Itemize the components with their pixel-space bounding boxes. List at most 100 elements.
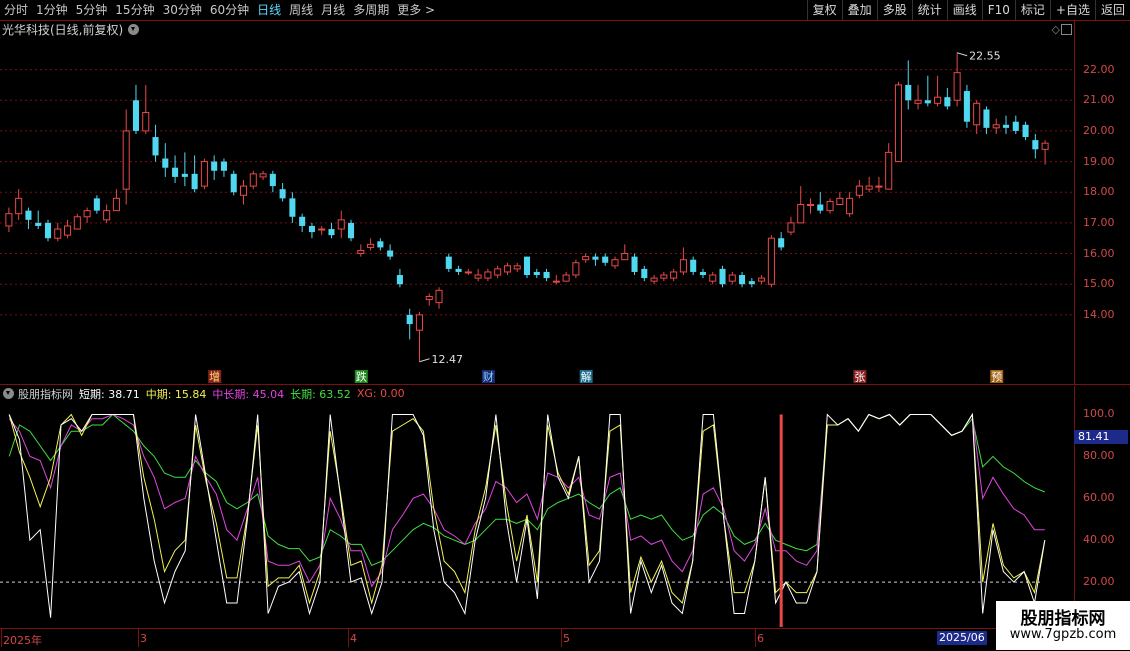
indicator-axis: 100.0 80.00 60.00 40.00 20.00 — [1074, 386, 1130, 628]
midlong-value: 中长期: 45.04 — [212, 387, 285, 401]
candle — [817, 192, 824, 214]
event-marker[interactable]: 预 — [990, 370, 1004, 383]
date-axis: 2025年 3 4 5 6 2025/06 — [0, 628, 1074, 651]
toolbar-button-6[interactable]: 标记 — [1014, 0, 1050, 20]
period-tab-2[interactable]: 5分钟 — [72, 0, 112, 20]
candle — [367, 238, 375, 251]
period-tab-10[interactable]: 更多 > — [393, 0, 439, 20]
indicator-header: 股朋指标网 短期: 38.71 中期: 15.84 中长期: 45.04 长期:… — [0, 386, 405, 401]
candle — [54, 222, 62, 242]
candle — [787, 216, 795, 236]
date-label: 2025年 — [3, 634, 42, 647]
window-toggle-icon[interactable] — [1061, 24, 1072, 35]
candle — [739, 271, 746, 288]
candle — [83, 207, 91, 223]
period-tab-7[interactable]: 周线 — [285, 0, 317, 20]
candle — [308, 222, 315, 239]
candle — [543, 268, 550, 282]
high-label: 22.55 — [969, 50, 1001, 63]
candle — [944, 87, 951, 110]
price-tick-label: 15.00 — [1083, 277, 1115, 291]
svg-text:财: 财 — [483, 370, 494, 384]
candle — [1002, 115, 1010, 134]
candle — [15, 189, 23, 220]
period-tab-1[interactable]: 1分钟 — [32, 0, 72, 20]
candle — [719, 265, 726, 288]
event-marker[interactable]: 解 — [579, 370, 593, 384]
candle — [660, 271, 668, 282]
candle — [953, 52, 961, 107]
toolbar-button-8[interactable]: 返回 — [1094, 0, 1130, 20]
toolbar-button-4[interactable]: 画线 — [946, 0, 982, 20]
period-tab-8[interactable]: 月线 — [317, 0, 349, 20]
date-label: 6 — [757, 632, 764, 645]
candle — [377, 238, 384, 251]
event-marker[interactable]: 跌 — [354, 370, 368, 384]
candle — [455, 265, 462, 276]
indicator-chart[interactable] — [0, 401, 1074, 627]
candle — [513, 262, 521, 272]
indicator-menu-icon[interactable] — [3, 388, 14, 399]
candle — [211, 155, 218, 180]
event-marker[interactable]: 张 — [853, 370, 867, 383]
candle — [122, 109, 130, 205]
indicator-tick-label: 40.00 — [1083, 533, 1115, 547]
candle — [337, 210, 345, 239]
candlestick-chart[interactable]: 22.55 12.47 增 跌 财 解 张 预 — [0, 38, 1074, 383]
candle — [709, 271, 717, 285]
candle — [415, 311, 423, 362]
toolbar-button-5[interactable]: F10 — [981, 0, 1015, 20]
event-marker[interactable]: 财 — [481, 370, 495, 384]
candle — [797, 186, 805, 224]
toolbar-button-1[interactable]: 叠加 — [841, 0, 877, 20]
low-pointer — [419, 358, 430, 363]
price-tick-label: 21.00 — [1083, 93, 1115, 107]
candle — [670, 268, 678, 282]
candle — [162, 143, 169, 177]
candle — [406, 308, 413, 340]
candle — [172, 155, 179, 184]
price-tick-label: 16.00 — [1083, 246, 1115, 260]
candle — [728, 271, 736, 285]
candle — [93, 195, 100, 214]
candle — [279, 183, 286, 202]
date-tick — [1, 629, 2, 647]
high-pointer — [956, 52, 968, 57]
candle — [992, 118, 1000, 134]
indicator-name: 股朋指标网 — [18, 387, 73, 401]
candle — [855, 179, 863, 199]
svg-text:解: 解 — [581, 370, 592, 384]
svg-text:跌: 跌 — [356, 370, 367, 384]
event-marker[interactable]: 增 — [208, 370, 222, 384]
candle — [1041, 140, 1049, 165]
diamond-icon[interactable]: ◇ — [1052, 23, 1060, 36]
period-tab-5[interactable]: 60分钟 — [206, 0, 253, 20]
watermark-url: www.7gpzb.com — [1009, 627, 1117, 642]
candle — [758, 275, 766, 285]
candle — [5, 207, 13, 233]
period-tab-6[interactable]: 日线 — [253, 0, 285, 20]
toolbar-button-2[interactable]: 多股 — [876, 0, 912, 20]
toolbar-button-3[interactable]: 统计 — [911, 0, 947, 20]
candle — [464, 268, 472, 276]
indicator-tick-label: 80.00 — [1083, 449, 1115, 463]
candle — [44, 219, 52, 242]
chevron-down-icon[interactable] — [128, 23, 140, 35]
date-tick — [348, 629, 349, 647]
period-tab-3[interactable]: 15分钟 — [111, 0, 158, 20]
candle — [973, 100, 981, 134]
date-tick — [138, 629, 139, 647]
period-tab-0[interactable]: 分时 — [0, 0, 32, 20]
candle — [73, 213, 81, 230]
period-tab-9[interactable]: 多周期 — [349, 0, 393, 20]
period-tab-4[interactable]: 30分钟 — [159, 0, 206, 20]
candle — [552, 275, 560, 285]
date-label: 3 — [140, 632, 147, 645]
long-value: 长期: 63.52 — [290, 387, 351, 401]
candle — [1032, 133, 1039, 159]
toolbar-button-7[interactable]: +自选 — [1049, 0, 1095, 20]
indicator-series-2 — [8, 413, 1045, 588]
toolbar-button-0[interactable]: 复权 — [806, 0, 842, 20]
current-value-badge: 81.41 — [1074, 430, 1128, 444]
candle — [846, 192, 854, 217]
